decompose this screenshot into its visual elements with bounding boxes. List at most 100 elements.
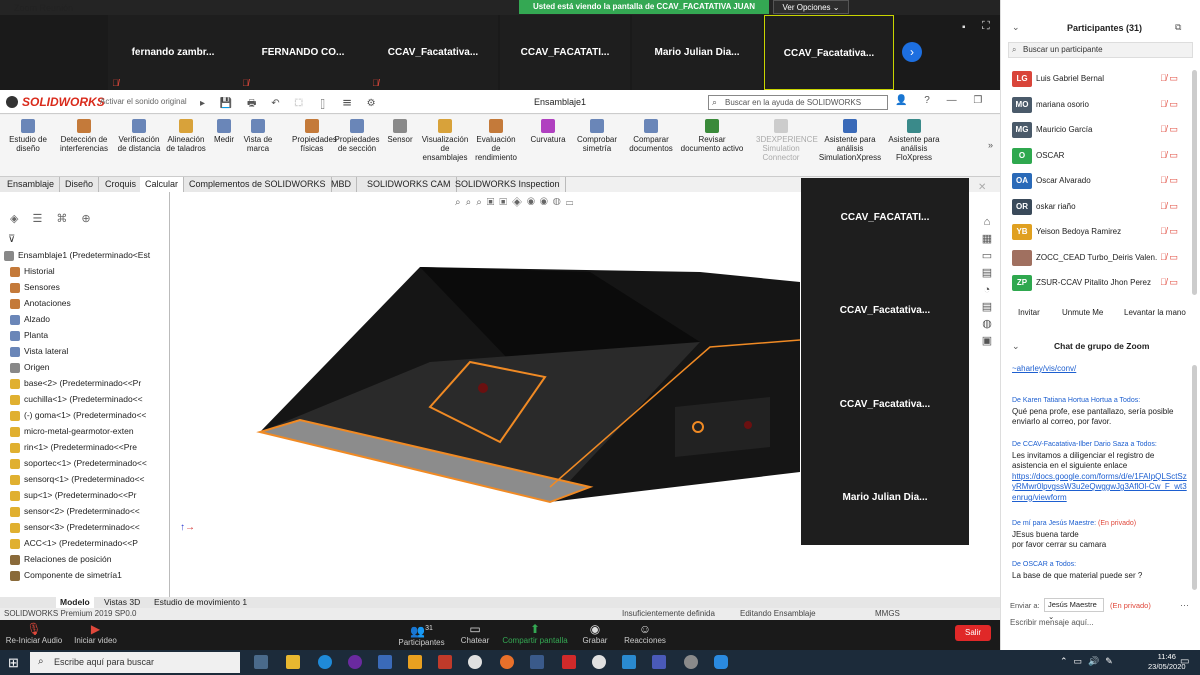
collapse-icon[interactable]: ⌄ [1012, 341, 1020, 352]
tree-item[interactable]: ACC<1> (Predeterminado<<P [10, 538, 167, 549]
ribbon-button[interactable]: Evaluación de rendimiento [474, 119, 518, 162]
tree-item[interactable]: Historial [10, 266, 167, 277]
skype-icon[interactable] [622, 655, 636, 669]
notifications-icon[interactable]: ▭ [1180, 656, 1189, 667]
ribbon-button[interactable]: 3DEXPERIENCE Simulation Connector [756, 119, 818, 162]
tab-croquis[interactable]: Croquis [100, 177, 143, 192]
tree-item[interactable]: base<2> (Predeterminado<<Pr [10, 378, 167, 389]
tab-solidworks-cam[interactable]: SOLIDWORKS CAM [362, 177, 457, 192]
chat-link[interactable]: ~aharley/vis/conv/ [1012, 364, 1076, 373]
ribbon-button[interactable]: Verificación de distancia [116, 119, 162, 153]
app-icon[interactable] [530, 655, 544, 669]
participants-button[interactable]: 👥31 Participantes [394, 622, 449, 647]
mic-muted-icon[interactable]: 🎙̸ ▭ [1160, 226, 1178, 237]
ribbon-button[interactable]: Estudio de diseño [4, 119, 52, 153]
video-tile[interactable]: CCAV_Facatativa... 🎙̸ [368, 15, 498, 90]
ribbon-button[interactable]: Detección de interferencias [56, 119, 112, 153]
participants-scrollbar[interactable] [1192, 70, 1197, 295]
tree-item[interactable]: soportec<1> (Predeterminado<< [10, 458, 167, 469]
tree-item[interactable]: Alzado [10, 314, 167, 325]
mic-muted-icon[interactable]: 🎙̸ ▭ [1160, 73, 1178, 84]
chat-button[interactable]: ▭ Chatear [455, 622, 495, 645]
ribbon-button[interactable]: Revisar documento activo [680, 119, 744, 153]
chat-link[interactable]: https://docs.google.com/forms/d/e/1FAIpQ… [1012, 472, 1190, 504]
chrome-icon[interactable] [592, 655, 606, 669]
ribbon-button[interactable]: Comparar documentos [626, 119, 676, 153]
tab-diseno[interactable]: Diseño [60, 177, 100, 192]
tab-solidworks-inspection[interactable]: SOLIDWORKS Inspection [450, 177, 566, 192]
status-units[interactable]: MMGS [875, 609, 900, 618]
tree-item[interactable]: Sensores [10, 282, 167, 293]
tree-item[interactable]: rin<1> (Predeterminado<<Pre [10, 442, 167, 453]
share-screen-button[interactable]: ⬆ Compartir pantalla [500, 622, 570, 645]
tab-modelo[interactable]: Modelo [56, 597, 94, 608]
tree-tab-icons[interactable]: ◈☰⌘⊕ [10, 212, 105, 225]
file-explorer-icon[interactable] [286, 655, 300, 669]
task-pane-icons[interactable]: ⌂ ▦ ▭ ▤ ◔ ▤ ◍ ▣ [978, 214, 996, 350]
store-icon[interactable] [378, 655, 392, 669]
firefox-icon[interactable] [500, 655, 514, 669]
mic-muted-icon[interactable]: 🎙̸ ▭ [1160, 99, 1178, 110]
ribbon-button[interactable]: Medir [212, 119, 236, 144]
start-video-button[interactable]: ▶ Iniciar video [68, 622, 123, 645]
mic-muted-icon[interactable]: 🎙̸ ▭ [1160, 150, 1178, 161]
unmute-original-sound[interactable]: Activar el sonido original [100, 97, 187, 106]
filter-icon[interactable]: ⊽ [8, 234, 15, 245]
gallery-view-icon[interactable]: ▪ [962, 22, 966, 33]
ribbon-button[interactable]: Curvatura [528, 119, 568, 144]
record-button[interactable]: ◉ Grabar [575, 622, 615, 645]
edge-icon[interactable] [318, 655, 332, 669]
zoom-icon[interactable] [714, 655, 728, 669]
taskbar-search-input[interactable]: Escribe aquí para buscar [30, 652, 240, 673]
tree-item[interactable]: micro-metal-gearmotor-exten [10, 426, 167, 437]
raise-hand-button[interactable]: Levantar la mano [1124, 308, 1186, 317]
tree-item[interactable]: sensorq<1> (Predeterminado<< [10, 474, 167, 485]
teams-icon[interactable] [652, 655, 666, 669]
restart-audio-button[interactable]: 🎙 Re-Iniciar Audio [4, 622, 64, 645]
tree-item[interactable]: Vista lateral [10, 346, 167, 357]
video-tile[interactable]: fernando zambr... 🎙̸ [108, 15, 238, 90]
audio-icon[interactable] [6, 96, 18, 108]
send-to-select[interactable]: Jesús Maestre ⌄ [1044, 598, 1104, 621]
video-tile[interactable]: Mario Julian Dia... [632, 15, 762, 90]
tab-complementos[interactable]: Complementos de SOLIDWORKS [184, 177, 332, 192]
tree-item[interactable]: sup<1> (Predeterminado<<Pr [10, 490, 167, 501]
ribbon-button[interactable]: Alineación de taladros [166, 119, 206, 153]
more-icon[interactable]: ⋯ [1180, 600, 1189, 611]
tree-item[interactable]: Ensamblaje1 (Predeterminado<Est [4, 250, 161, 261]
mic-muted-icon[interactable]: 🎙̸ ▭ [1160, 252, 1178, 263]
video-tile[interactable]: CCAV_FACATATI... [500, 15, 630, 90]
tree-item[interactable]: Planta [10, 330, 167, 341]
mic-muted-icon[interactable]: 🎙̸ ▭ [1160, 201, 1178, 212]
sw-window-controls[interactable]: 👤 ? — ❐ ✕ [895, 95, 1014, 106]
system-tray-icons[interactable]: ⌃▭🔊✎ [1060, 656, 1119, 667]
tree-item[interactable]: sensor<2> (Predeterminado<< [10, 506, 167, 517]
chat-input[interactable]: Escribir mensaje aquí... [1010, 618, 1094, 627]
ribbon-button[interactable]: Asistente para análisis FloXpress [884, 119, 944, 162]
app-icon[interactable] [438, 655, 452, 669]
close-panel-icon[interactable]: ✕ [978, 182, 986, 193]
invite-button[interactable]: Invitar [1018, 308, 1040, 317]
tree-item[interactable]: Relaciones de posición [10, 554, 167, 565]
solidworks-icon[interactable] [562, 655, 576, 669]
ribbon-button[interactable]: Sensor [386, 119, 414, 144]
collapse-icon[interactable]: ⌄ [1012, 22, 1020, 33]
leave-button[interactable]: Salir [955, 625, 991, 641]
next-page-button[interactable]: › [902, 42, 922, 62]
ribbon-button[interactable]: Visualización de ensamblajes [418, 119, 472, 162]
tree-item[interactable]: Anotaciones [10, 298, 167, 309]
mic-muted-icon[interactable]: 🎙̸ ▭ [1160, 277, 1178, 288]
tree-item[interactable]: (-) goma<1> (Predeterminado<< [10, 410, 167, 421]
chrome-icon[interactable] [468, 655, 482, 669]
app-icon[interactable] [408, 655, 422, 669]
tab-calcular[interactable]: Calcular [140, 177, 185, 192]
popout-icon[interactable]: ⧉ [1175, 22, 1181, 33]
tree-item[interactable]: sensor<3> (Predeterminado<< [10, 522, 167, 533]
reactions-button[interactable]: ☺ Reacciones [620, 622, 670, 645]
tab-mbd[interactable]: MBD [326, 177, 357, 192]
ribbon-button[interactable]: Vista de marca [240, 119, 276, 153]
tree-item[interactable]: Componente de simetría1 [10, 570, 167, 581]
windows-start-icon[interactable]: ⊞ [8, 655, 19, 671]
model-3d[interactable] [170, 192, 800, 597]
mic-muted-icon[interactable]: 🎙̸ ▭ [1160, 175, 1178, 186]
